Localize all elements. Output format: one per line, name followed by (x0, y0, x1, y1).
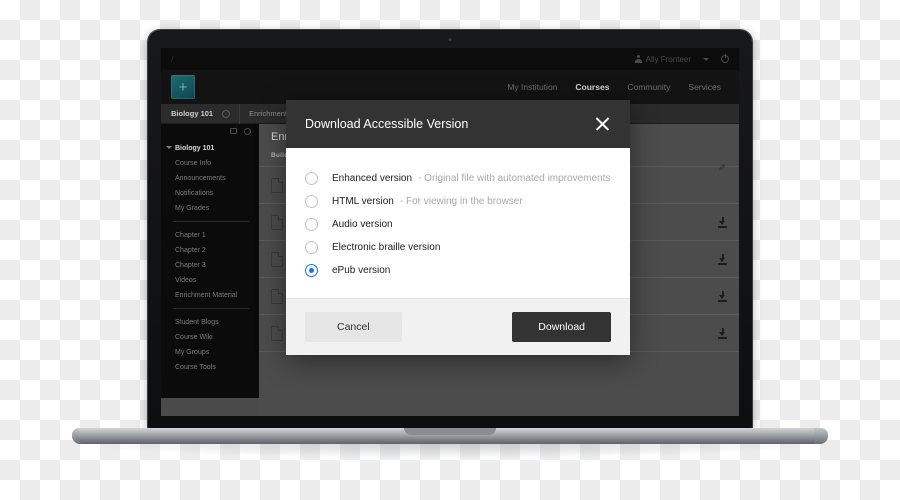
dialog-header: Download Accessible Version (286, 100, 630, 148)
chevron-down-icon[interactable] (703, 57, 709, 61)
os-left-glyph: / (171, 54, 174, 64)
document-icon (271, 325, 283, 341)
document-icon (271, 214, 283, 230)
close-icon[interactable] (595, 116, 611, 132)
download-icon[interactable] (718, 290, 727, 302)
download-button[interactable]: Download (512, 312, 611, 342)
power-icon[interactable] (721, 54, 729, 63)
radio-button-selected[interactable] (305, 264, 318, 277)
screenshot-stage: / Ally Fronteer + My Institution Courses… (0, 0, 900, 500)
sidebar-item-student-blogs[interactable]: Student Blogs (161, 315, 259, 330)
laptop-base (78, 428, 822, 444)
course-sidebar: Biology 101 Course Info Announcements No… (161, 124, 259, 416)
breadcrumb-course[interactable]: Biology 101 (171, 109, 213, 118)
webcam-icon (448, 38, 452, 41)
option-description: - For viewing in the browser (399, 196, 523, 207)
radio-option-epub-version[interactable]: ePub version (286, 259, 630, 282)
panel-icon[interactable] (230, 128, 237, 134)
radio-option-html-version[interactable]: HTML version - For viewing in the browse… (286, 190, 630, 213)
nav-link-courses[interactable]: Courses (575, 82, 609, 92)
plus-glyph: + (178, 78, 188, 96)
radio-button[interactable] (305, 218, 318, 231)
os-top-bar-right: Ally Fronteer (634, 54, 729, 64)
nav-link-my-institution[interactable]: My Institution (507, 82, 557, 92)
sidebar-item-chapter-3[interactable]: Chapter 3 (161, 258, 259, 273)
sidebar-divider-2 (173, 308, 249, 309)
laptop-base-right-cap (814, 428, 828, 444)
person-icon (634, 55, 642, 63)
option-label: Electronic braille version (332, 242, 441, 253)
user-menu[interactable]: Ally Fronteer (634, 54, 691, 64)
user-name: Ally Fronteer (645, 54, 691, 64)
sidebar-item-chapter-2[interactable]: Chapter 2 (161, 243, 259, 258)
dialog-title: Download Accessible Version (305, 117, 469, 131)
option-label: ePub version (332, 265, 391, 276)
laptop-shadow (88, 444, 812, 458)
download-icon[interactable] (718, 253, 727, 265)
sidebar-footer (161, 398, 259, 416)
sidebar-tools (161, 124, 259, 138)
nav-link-community[interactable]: Community (627, 82, 670, 92)
sidebar-item-announcements[interactable]: Announcements (161, 171, 259, 186)
sidebar-item-chapter-1[interactable]: Chapter 1 (161, 228, 259, 243)
cancel-button[interactable]: Cancel (305, 312, 402, 342)
app-navbar: + My Institution Courses Community Servi… (161, 70, 739, 104)
document-icon (271, 177, 283, 193)
sidebar-item-my-grades[interactable]: My Grades (161, 201, 259, 216)
option-label: Enhanced version (332, 173, 413, 184)
radio-option-audio-version[interactable]: Audio version (286, 213, 630, 236)
document-icon (271, 251, 283, 267)
circle-icon[interactable] (222, 109, 231, 118)
sidebar-item-videos[interactable]: Videos (161, 273, 259, 288)
sidebar-item-biology-101[interactable]: Biology 101 (161, 141, 259, 156)
option-label: HTML version (332, 196, 394, 207)
download-icon[interactable] (718, 216, 727, 228)
sidebar-item-course-wiki[interactable]: Course Wiki (161, 330, 259, 345)
nav-links: My Institution Courses Community Service… (507, 82, 729, 92)
sidebar-item-enrichment-material[interactable]: Enrichment Material (161, 288, 259, 303)
plus-logo-icon[interactable]: + (171, 75, 195, 99)
download-accessible-version-dialog: Download Accessible Version Enhanced ver… (286, 100, 630, 355)
refresh-icon[interactable] (244, 127, 251, 135)
document-icon (271, 288, 283, 304)
sidebar-list: Biology 101 Course Info Announcements No… (161, 138, 259, 398)
dialog-body: Enhanced version - Original file with au… (286, 148, 630, 298)
sidebar-item-my-groups[interactable]: My Groups (161, 345, 259, 360)
radio-button[interactable] (305, 241, 318, 254)
option-label: Audio version (332, 219, 393, 230)
radio-button[interactable] (305, 195, 318, 208)
sidebar-item-course-info[interactable]: Course Info (161, 156, 259, 171)
sidebar-divider-1 (173, 221, 249, 222)
radio-option-enhanced-version[interactable]: Enhanced version - Original file with au… (286, 167, 630, 190)
sidebar-item-course-tools[interactable]: Course Tools (161, 360, 259, 375)
download-icon[interactable] (718, 327, 727, 339)
radio-button[interactable] (305, 172, 318, 185)
dialog-footer: Cancel Download (286, 298, 630, 355)
os-top-bar: / Ally Fronteer (161, 48, 739, 70)
option-description: - Original file with automated improveme… (418, 173, 611, 184)
radio-option-electronic-braille-version[interactable]: Electronic braille version (286, 236, 630, 259)
breadcrumb-divider (239, 103, 241, 124)
nav-link-services[interactable]: Services (688, 82, 721, 92)
pencil-icon[interactable]: ✎ (716, 164, 727, 172)
sidebar-item-notifications[interactable]: Notifications (161, 186, 259, 201)
